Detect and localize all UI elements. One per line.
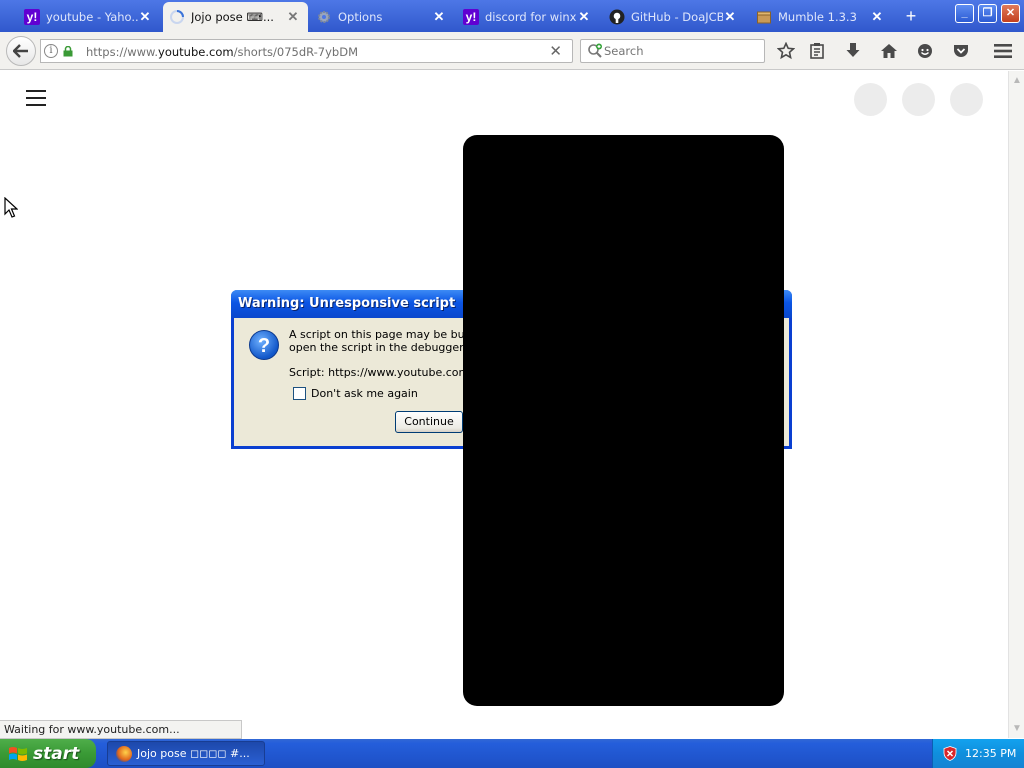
taskbar-window-label: Jojo pose ◻◻◻◻ #... xyxy=(137,747,250,760)
minimize-button[interactable]: _ xyxy=(955,4,974,23)
tab-discord[interactable]: y! discord for winx... ✕ xyxy=(457,3,599,31)
url-path: /shorts/075dR-7ybDM xyxy=(233,45,358,59)
close-icon[interactable]: ✕ xyxy=(432,9,446,25)
script-url-label: Script: https://www.youtube.com/s, xyxy=(289,366,483,379)
system-tray: 12:35 PM xyxy=(932,739,1024,768)
dialog-message-line: open the script in the debugger, or l xyxy=(289,341,489,354)
restore-button[interactable]: ❐ xyxy=(978,4,997,23)
menu-icon[interactable] xyxy=(993,41,1013,61)
dialog-title: Warning: Unresponsive script xyxy=(238,296,456,311)
scroll-up-icon[interactable]: ▲ xyxy=(1012,75,1022,86)
scroll-down-icon[interactable]: ▼ xyxy=(1012,723,1022,734)
mouse-cursor-icon xyxy=(4,197,18,218)
close-icon[interactable]: ✕ xyxy=(577,9,591,25)
package-icon xyxy=(756,9,772,25)
avatar[interactable] xyxy=(950,83,983,116)
security-shield-icon[interactable] xyxy=(943,746,957,761)
continue-button[interactable]: Continue xyxy=(395,411,463,433)
guide-menu-icon[interactable] xyxy=(26,90,46,106)
tab-github[interactable]: GitHub - DoaJCB ... ✕ xyxy=(603,3,745,31)
tab-youtube-yahoo[interactable]: y! youtube - Yaho... ✕ xyxy=(18,3,160,31)
tab-label: discord for winx... xyxy=(485,10,577,24)
dont-ask-checkbox[interactable] xyxy=(293,387,306,400)
tab-label: youtube - Yaho... xyxy=(46,10,138,24)
loading-spinner-icon xyxy=(169,9,185,25)
url-bar[interactable]: i https://www.youtube.com/shorts/075dR-7… xyxy=(40,39,573,63)
close-icon[interactable]: ✕ xyxy=(870,9,884,25)
dialog-message: A script on this page may be busy, c ope… xyxy=(289,328,490,354)
tab-jojo-pose[interactable]: Jojo pose ⌨... ✕ xyxy=(163,2,308,32)
firefox-icon xyxy=(116,745,132,762)
close-window-button[interactable]: ✕ xyxy=(1001,4,1020,23)
placeholder-circle-icon[interactable] xyxy=(902,83,935,116)
tab-label: GitHub - DoaJCB ... xyxy=(631,10,723,24)
site-info-icon[interactable]: i xyxy=(44,44,58,58)
tab-label: Options xyxy=(338,10,383,24)
home-icon[interactable] xyxy=(879,41,899,61)
search-input[interactable] xyxy=(604,43,754,59)
dont-ask-label[interactable]: Don't ask me again xyxy=(311,387,418,400)
tab-label: Mumble 1.3.3 xyxy=(778,10,857,24)
tab-mumble[interactable]: Mumble 1.3.3 ✕ xyxy=(750,3,892,31)
taskbar: start Jojo pose ◻◻◻◻ #... 12:35 PM xyxy=(0,739,1024,768)
url-domain: youtube.com xyxy=(158,45,234,59)
reading-list-icon[interactable] xyxy=(807,41,827,61)
back-arrow-icon xyxy=(13,44,28,58)
question-icon: ? xyxy=(249,330,279,360)
close-icon[interactable]: ✕ xyxy=(723,9,737,25)
close-icon[interactable]: ✕ xyxy=(138,9,152,25)
pocket-icon[interactable] xyxy=(951,41,971,61)
github-icon xyxy=(609,9,625,25)
tab-label: Jojo pose ⌨... xyxy=(191,10,274,24)
status-bar: Waiting for www.youtube.com... xyxy=(0,720,242,739)
url-text: https://www.youtube.com/shorts/075dR-7yb… xyxy=(86,45,358,59)
dialog-message-line: A script on this page may be busy, c xyxy=(289,328,490,341)
lock-icon xyxy=(63,46,73,57)
bookmark-star-icon[interactable] xyxy=(776,41,796,61)
new-tab-button[interactable]: + xyxy=(901,7,921,25)
hello-chat-icon[interactable] xyxy=(915,41,935,61)
gear-icon xyxy=(316,9,332,25)
stop-icon[interactable]: ✕ xyxy=(549,42,562,60)
start-label: start xyxy=(33,743,80,764)
back-button[interactable] xyxy=(6,36,36,66)
start-button[interactable]: start xyxy=(0,739,96,768)
taskbar-window-firefox[interactable]: Jojo pose ◻◻◻◻ #... xyxy=(107,741,265,766)
navigation-toolbar: i https://www.youtube.com/shorts/075dR-7… xyxy=(0,32,1024,70)
scrollbar[interactable]: ▲ ▼ xyxy=(1008,71,1024,738)
shorts-video-player-overlap xyxy=(463,290,784,450)
tab-options[interactable]: Options ✕ xyxy=(310,3,454,31)
tab-strip: y! youtube - Yaho... ✕ Jojo pose ⌨... ✕ … xyxy=(0,0,1024,32)
clock[interactable]: 12:35 PM xyxy=(965,747,1016,760)
windows-logo-icon xyxy=(9,746,27,761)
download-icon[interactable] xyxy=(843,41,863,61)
placeholder-circle-icon[interactable] xyxy=(854,83,887,116)
search-bar[interactable] xyxy=(580,39,765,63)
url-prefix: https://www. xyxy=(86,45,159,59)
close-icon[interactable]: ✕ xyxy=(286,9,300,25)
yahoo-icon: y! xyxy=(463,9,479,25)
search-icon xyxy=(588,43,602,58)
yahoo-icon: y! xyxy=(24,9,40,25)
